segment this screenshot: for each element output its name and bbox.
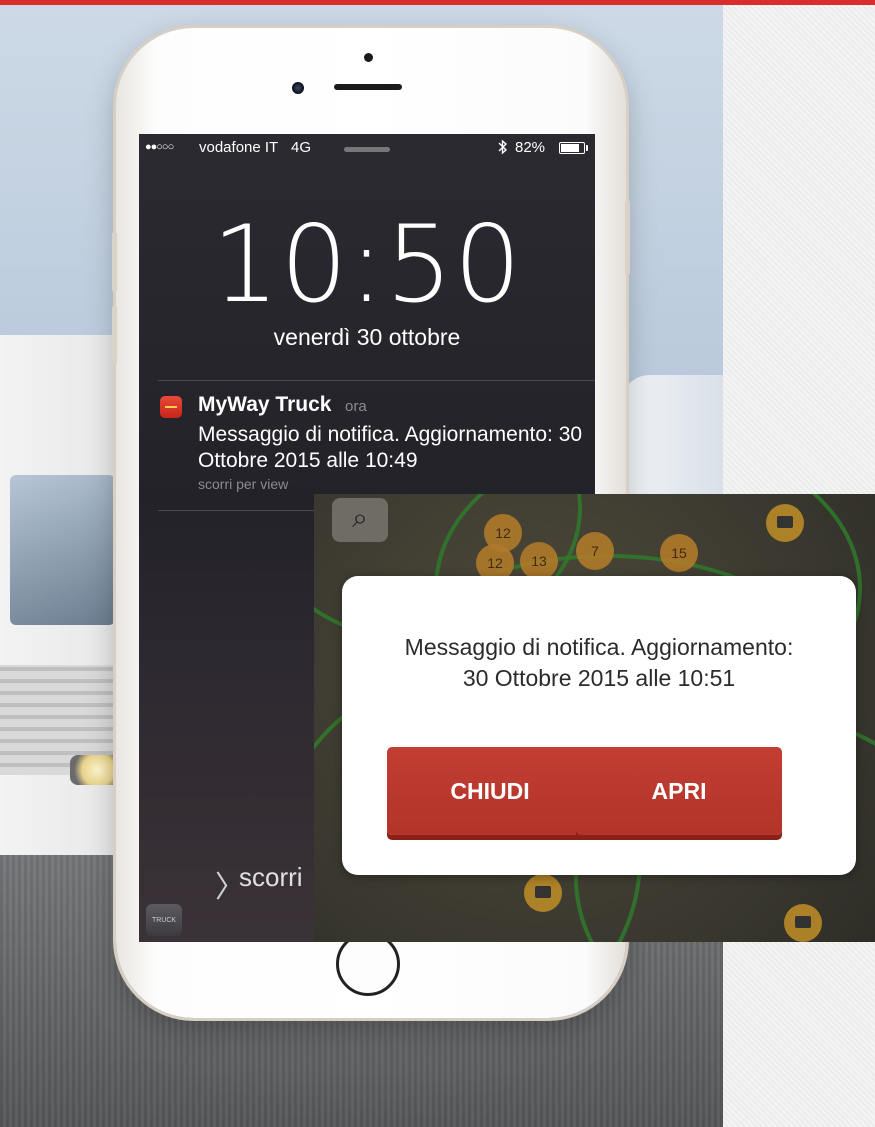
- notification-hint: scorri per view: [198, 476, 289, 492]
- battery-fill: [561, 144, 579, 152]
- volume-up-button: [112, 232, 117, 292]
- notification-app-name: MyWay Truck: [198, 393, 332, 416]
- signal-strength: ●●○○○: [145, 141, 174, 153]
- bluetooth-icon: [497, 139, 508, 159]
- truck-pin-icon[interactable]: [766, 504, 804, 542]
- proximity-sensor: [364, 53, 373, 62]
- second-truck-image: [620, 375, 723, 495]
- search-icon[interactable]: ⌕: [332, 498, 388, 542]
- battery-cap: [586, 145, 588, 151]
- app-shortcut-icon[interactable]: TRUCK: [146, 904, 182, 936]
- lock-notification[interactable]: MyWay Truck ora Messaggio di notifica. A…: [139, 380, 595, 506]
- notification-dialog: Messaggio di notifica. Aggiornamento: 30…: [342, 576, 856, 875]
- dialog-message-line2: 30 Ottobre 2015 alle 10:51: [462, 665, 736, 691]
- truck-pin-icon[interactable]: [524, 874, 562, 912]
- open-button[interactable]: APRI: [576, 747, 782, 835]
- earpiece-speaker: [334, 84, 402, 90]
- dialog-message-line1: Messaggio di notifica. Aggiornamento:: [404, 634, 794, 660]
- dialog-message: Messaggio di notifica. Aggiornamento: 30…: [342, 632, 856, 694]
- network-activity-indicator: [344, 147, 390, 152]
- power-button: [625, 200, 630, 275]
- notification-time: ora: [345, 398, 367, 415]
- front-camera: [292, 82, 304, 94]
- network-type: 4G: [291, 139, 312, 156]
- volume-down-button: [112, 305, 117, 365]
- notification-body: Messaggio di notifica. Aggiornamento: 30…: [198, 423, 583, 472]
- close-button[interactable]: CHIUDI: [387, 747, 593, 835]
- lock-date: venerdì 30 ottobre: [273, 324, 461, 350]
- status-bar: ●●○○○ vodafone IT 4G 82%: [139, 134, 595, 162]
- map-cluster[interactable]: 13: [520, 542, 558, 580]
- carrier-name: vodafone IT: [199, 139, 279, 156]
- lock-clock: 10:50: [211, 203, 523, 326]
- truck-pin-icon[interactable]: [784, 904, 822, 942]
- slide-to-unlock[interactable]: scorri: [239, 862, 303, 893]
- map-cluster[interactable]: 7: [576, 532, 614, 570]
- battery-percent: 82%: [515, 139, 546, 156]
- myway-truck-app-icon: [160, 396, 182, 418]
- map-cluster[interactable]: 15: [660, 534, 698, 572]
- truck-windshield: [10, 475, 115, 625]
- battery-icon: [559, 142, 585, 154]
